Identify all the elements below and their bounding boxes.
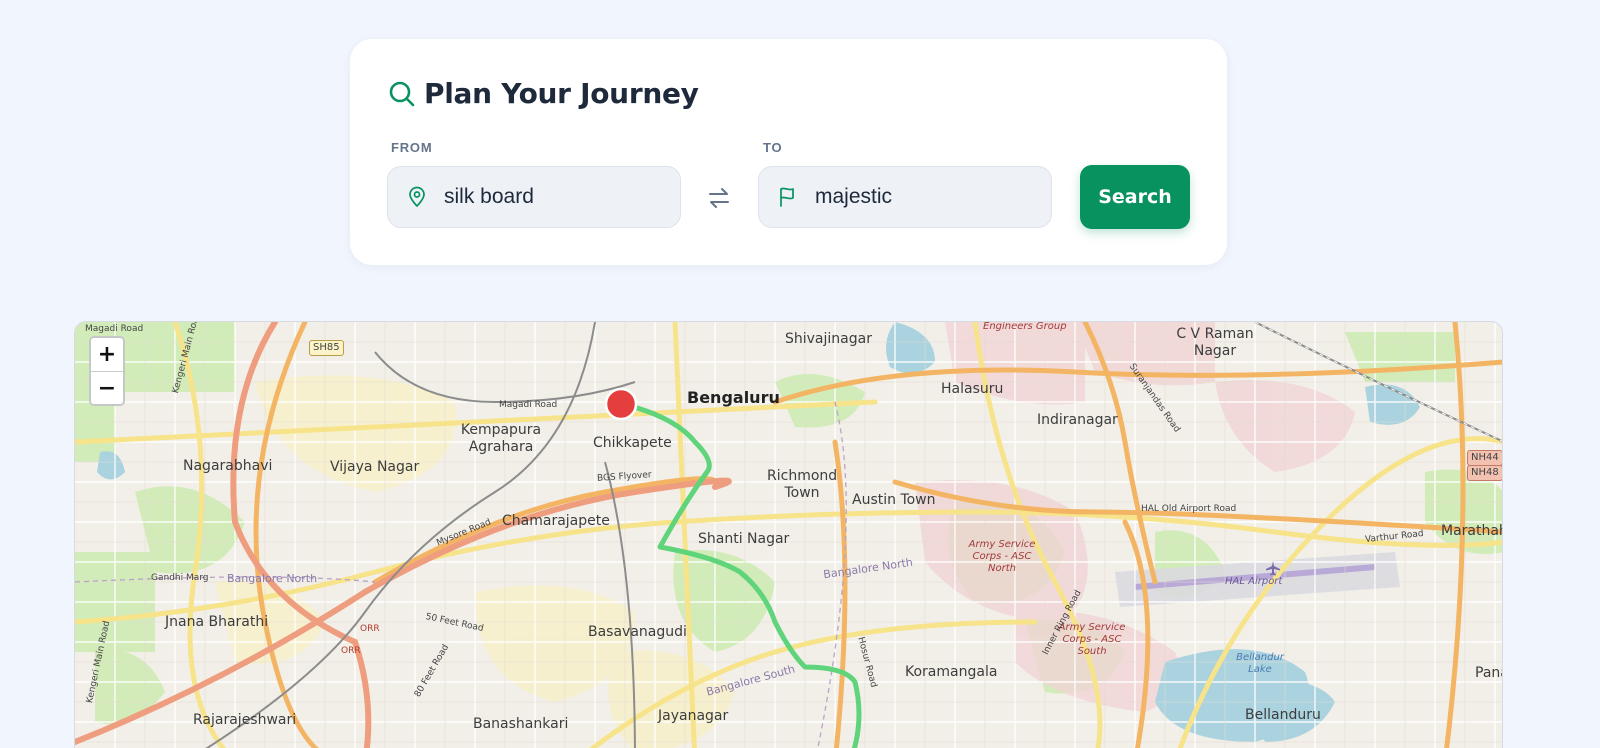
from-field[interactable]: [387, 166, 681, 228]
map-label-hal-airport: HAL Airport: [1225, 576, 1283, 587]
map-label-banashankari: Banashankari: [473, 716, 569, 732]
map-label-austin-town: Austin Town: [852, 492, 936, 508]
map-label-koramangala: Koramangala: [905, 664, 998, 680]
airport-icon: [1266, 561, 1280, 576]
map-road-magadi: Magadi Road: [499, 400, 558, 410]
map-label-bellandur-lake: Bellandur Lake: [1236, 652, 1284, 675]
map-label-basavanagudi: Basavanagudi: [588, 624, 687, 640]
map-road-orr-1: ORR: [360, 624, 380, 634]
map-label-halasuru: Halasuru: [941, 381, 1004, 397]
route-map[interactable]: + − Bengaluru Shivajinagar Engineers Gro…: [74, 321, 1503, 748]
map-label-nagarabhavi: Nagarabhavi: [183, 458, 273, 474]
planner-title: Plan Your Journey: [424, 77, 699, 110]
to-input[interactable]: [815, 185, 1015, 209]
destination-marker[interactable]: [604, 387, 638, 421]
map-road-gandhi-marg: Gandhi Marg: [151, 573, 209, 583]
zoom-out-button[interactable]: −: [91, 371, 123, 404]
map-shield-sh85: SH85: [309, 340, 344, 356]
search-icon: [389, 81, 415, 106]
map-label-chikkapete: Chikkapete: [593, 435, 672, 451]
map-shield-nh44: NH44: [1467, 450, 1502, 466]
from-label: FROM: [391, 140, 433, 155]
map-label-marathahalli: Marathahalli: [1441, 523, 1502, 539]
map-label-richmond-town: Richmond Town: [767, 468, 838, 501]
map-label-army-south: Army Service Corps - ASC South: [1058, 622, 1126, 657]
planner-header: Plan Your Journey: [388, 77, 699, 110]
map-label-cv-raman-nagar: C V Raman Nagar: [1176, 326, 1254, 359]
map-label-shanti-nagar: Shanti Nagar: [698, 531, 790, 547]
from-input[interactable]: [444, 185, 644, 209]
map-label-bengaluru: Bengaluru: [687, 388, 780, 407]
journey-planner-card: Plan Your Journey FROM TO Search: [350, 39, 1227, 265]
to-field[interactable]: [758, 166, 1052, 228]
map-label-vijaya-nagar: Vijaya Nagar: [330, 459, 420, 475]
to-label: TO: [763, 140, 783, 155]
map-label-shivajinagar: Shivajinagar: [785, 331, 872, 347]
search-button[interactable]: Search: [1080, 165, 1190, 229]
map-label-engineers-group: Engineers Group: [983, 321, 1067, 332]
swap-icon[interactable]: [705, 184, 733, 212]
map-label-bangalore-north-west: Bangalore North: [227, 572, 318, 585]
zoom-in-button[interactable]: +: [91, 338, 123, 371]
map-label-jnana-bharathi: Jnana Bharathi: [165, 614, 269, 630]
flag-icon: [780, 187, 794, 207]
map-shield-nh48: NH48: [1467, 465, 1502, 481]
map-label-army-north: Army Service Corps - ASC North: [968, 539, 1036, 574]
map-pin-icon: [409, 186, 425, 207]
map-label-pana: Pana: [1475, 665, 1502, 681]
map-label-rajarajeshwari: Rajarajeshwari: [193, 712, 297, 728]
map-label-bellanduru: Bellanduru: [1245, 707, 1321, 723]
map-road-magadi-top: Magadi Road: [85, 324, 144, 334]
map-label-jayanagar: Jayanagar: [658, 708, 729, 724]
map-label-chamarajapete: Chamarajapete: [502, 513, 610, 529]
map-label-indiranagar: Indiranagar: [1037, 412, 1118, 428]
map-road-hal-old-airport: HAL Old Airport Road: [1141, 504, 1237, 514]
zoom-control: + −: [89, 336, 125, 406]
map-label-kempapura-agrahara: Kempapura Agrahara: [460, 422, 542, 455]
map-road-orr-2: ORR: [341, 646, 361, 656]
